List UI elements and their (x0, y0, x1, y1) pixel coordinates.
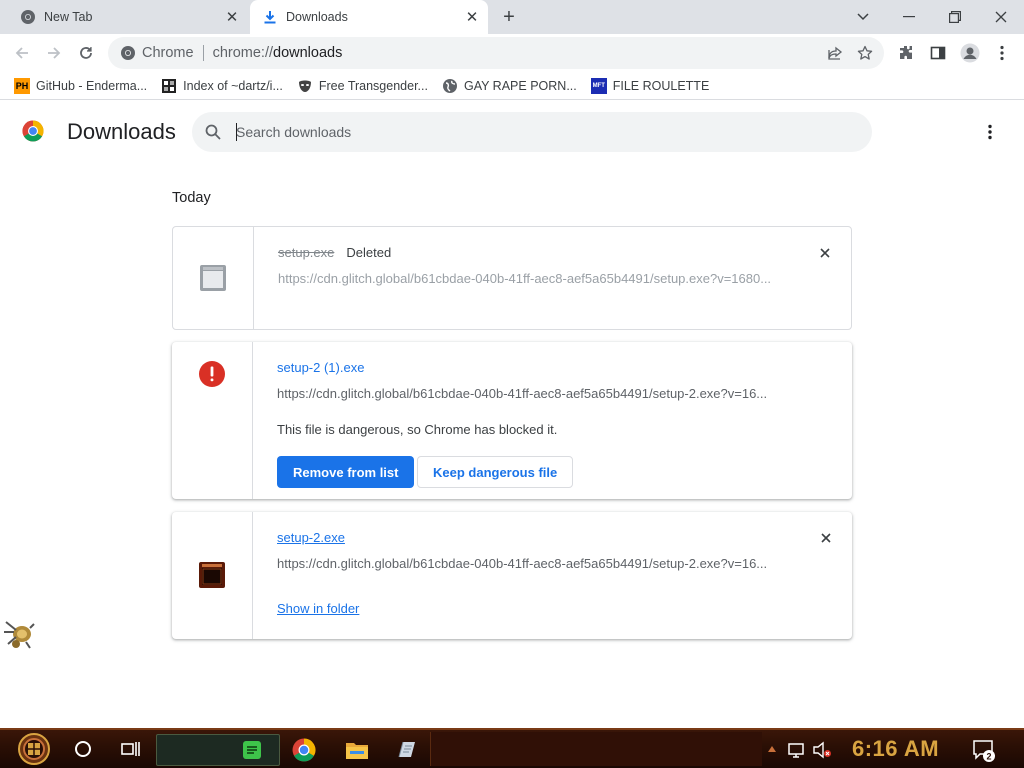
bookmark-label: FILE ROULETTE (612, 78, 710, 93)
bookmark-index[interactable]: Index of ~dartz/i... (161, 75, 283, 97)
remove-from-list-button[interactable]: Remove from list (277, 456, 415, 488)
download-item-setup-2-1-exe: setup-2 (1).exe https://cdn.glitch.globa… (172, 342, 852, 499)
icon-column (172, 512, 253, 639)
forward-arrow-icon[interactable] (39, 38, 69, 68)
desktop-mascot-icon[interactable] (2, 618, 36, 650)
side-panel-icon[interactable] (926, 41, 950, 65)
download-url: https://cdn.glitch.global/b61cbdae-040b-… (277, 556, 768, 571)
bookmark-label: GAY RAPE PORN... (463, 78, 577, 93)
notepad-app-icon[interactable] (392, 736, 420, 764)
remove-item-icon[interactable] (818, 530, 834, 546)
download-item-setup-2-exe: setup-2.exe https://cdn.glitch.global/b6… (172, 512, 852, 639)
close-tab-icon[interactable]: ✕ (462, 7, 482, 27)
date-heading: Today (172, 190, 211, 206)
close-tab-icon[interactable]: ✕ (222, 7, 242, 27)
filename-row: setup.exe Deleted (278, 245, 391, 260)
search-input[interactable] (236, 124, 836, 140)
close-window-button[interactable] (978, 0, 1024, 34)
downloads-menu-icon[interactable] (980, 121, 1000, 143)
bookmark-file-roulette[interactable]: MFT FILE ROULETTE (590, 75, 710, 97)
danger-warning-icon (199, 361, 225, 387)
reload-icon[interactable] (71, 38, 101, 68)
chrome-taskbar-icon[interactable] (290, 736, 318, 764)
icon-column (172, 342, 253, 499)
keep-dangerous-file-button[interactable]: Keep dangerous file (417, 456, 574, 488)
bookmark-github[interactable]: PH GitHub - Enderma... (14, 75, 147, 97)
minimize-button[interactable] (886, 0, 932, 34)
share-icon[interactable] (824, 42, 846, 64)
browser-menu-icon[interactable] (990, 41, 1014, 65)
start-button-icon[interactable] (12, 732, 56, 766)
danger-warning-text: This file is dangerous, so Chrome has bl… (277, 422, 558, 437)
bookmark-label: Free Transgender... (318, 78, 428, 93)
filename: setup.exe (278, 245, 335, 260)
status-badge: Deleted (346, 245, 392, 260)
url-text: chrome://downloads (212, 45, 343, 61)
new-tab-button[interactable]: + (498, 6, 520, 28)
download-url: https://cdn.glitch.global/b61cbdae-040b-… (277, 386, 768, 401)
taskbar: 6:16 AM 2 (0, 728, 1024, 768)
bookmark-star-icon[interactable] (854, 42, 876, 64)
notification-count: 2 (986, 752, 991, 762)
chrome-icon (121, 46, 135, 60)
download-url: https://cdn.glitch.global/b61cbdae-040b-… (278, 271, 772, 286)
filename: setup-2 (1).exe (277, 360, 365, 375)
filename-link[interactable]: setup-2.exe (277, 530, 345, 545)
volume-muted-icon[interactable] (812, 740, 832, 760)
mft-icon: MFT (590, 77, 607, 94)
address-bar[interactable]: Chrome chrome://downloads (108, 37, 884, 69)
bookmark-free[interactable]: Free Transgender... (297, 75, 428, 97)
downloads-header: Downloads (0, 104, 1024, 160)
show-hidden-icons-icon[interactable] (766, 742, 778, 758)
chrome-logo-icon (22, 120, 44, 142)
divider (202, 45, 204, 61)
file-explorer-icon[interactable] (343, 736, 371, 764)
download-icon (262, 9, 278, 25)
exe-file-icon (200, 265, 226, 291)
taskbar-window-area (430, 732, 762, 766)
notes-app-icon[interactable] (238, 736, 266, 764)
bookmark-globe[interactable]: GAY RAPE PORN... (442, 75, 577, 97)
globe-icon (442, 78, 458, 94)
tab-new-tab[interactable]: New Tab ✕ (8, 0, 248, 34)
back-arrow-icon[interactable] (7, 38, 37, 68)
bookmark-label: GitHub - Enderma... (36, 78, 148, 93)
restore-button[interactable] (932, 0, 978, 34)
browser-toolbar: Chrome chrome://downloads (0, 34, 1024, 72)
tab-search-chevron-icon[interactable] (840, 0, 886, 34)
tab-title: New Tab (44, 10, 93, 24)
extensions-puzzle-icon[interactable] (894, 41, 918, 65)
task-view-icon[interactable] (119, 738, 141, 760)
site-label: Chrome (142, 45, 194, 61)
search-bar[interactable] (192, 112, 872, 152)
text-caret (236, 123, 237, 141)
profile-avatar-icon[interactable] (958, 41, 982, 65)
show-in-folder-link[interactable]: Show in folder (277, 601, 359, 616)
download-item-setup-exe: setup.exe Deleted https://cdn.glitch.glob… (172, 226, 852, 330)
notification-center-icon[interactable]: 2 (972, 738, 996, 762)
mask-icon (297, 78, 313, 94)
chrome-icon (20, 9, 36, 25)
search-icon (205, 124, 221, 140)
bookmarks-bar: PH GitHub - Enderma... Index of ~dartz/i… (0, 72, 1024, 100)
site-chip[interactable]: Chrome (120, 45, 194, 61)
icon-column (173, 227, 254, 329)
cortana-circle-icon[interactable] (72, 738, 94, 760)
ph-icon: PH (14, 77, 30, 94)
page-title: Downloads (67, 119, 176, 144)
remove-item-icon[interactable] (817, 245, 833, 261)
tab-downloads[interactable]: Downloads ✕ (250, 0, 488, 34)
network-icon[interactable] (787, 740, 807, 760)
exe-file-icon (199, 562, 225, 588)
clock[interactable]: 6:16 AM (852, 736, 939, 762)
tab-strip: New Tab ✕ Downloads ✕ + (0, 0, 1024, 34)
tab-title: Downloads (286, 10, 348, 24)
bookmark-label: Index of ~dartz/i... (183, 78, 283, 93)
index-icon (161, 78, 177, 94)
